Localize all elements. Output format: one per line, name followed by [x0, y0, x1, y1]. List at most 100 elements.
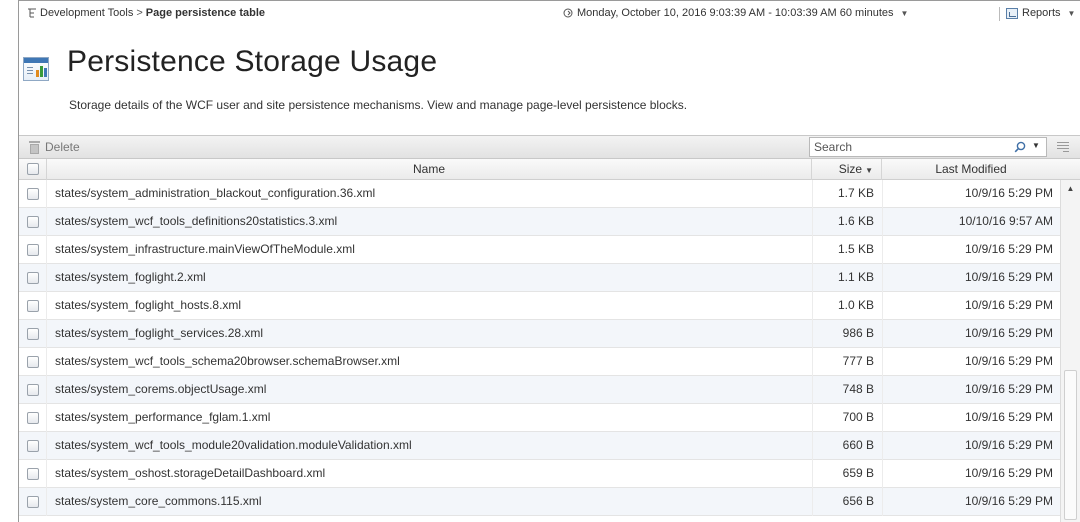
search-box: ▼ [809, 137, 1047, 157]
table-row[interactable]: states/system_wcf_tools_schema20browser.… [19, 348, 1060, 376]
row-checkbox[interactable] [27, 188, 39, 200]
page-description: Storage details of the WCF user and site… [69, 98, 688, 112]
row-select-cell [19, 264, 47, 292]
row-last-modified: 10/9/16 5:29 PM [882, 460, 1060, 488]
trash-icon [29, 140, 40, 154]
table-row[interactable]: states/system_wcf_tools_definitions20sta… [19, 208, 1060, 236]
row-size: 1.7 KB [812, 180, 882, 208]
row-select-cell [19, 180, 47, 208]
app-frame: Development Tools > Page persistence tab… [18, 0, 1080, 522]
row-select-cell [19, 488, 47, 516]
row-size: 1.0 KB [812, 292, 882, 320]
row-size: 777 B [812, 348, 882, 376]
time-range-text: Monday, October 10, 2016 9:03:39 AM - 10… [577, 7, 894, 19]
row-checkbox[interactable] [27, 496, 39, 508]
table-row[interactable]: states/system_wcf_tools_module20validati… [19, 432, 1060, 460]
page-title: Persistence Storage Usage [67, 45, 438, 78]
row-checkbox[interactable] [27, 440, 39, 452]
row-name: states/system_foglight_services.28.xml [55, 326, 264, 340]
table-row[interactable]: states/system_oshost.storageDetailDashbo… [19, 460, 1060, 488]
reports-icon [1006, 7, 1018, 19]
search-options-icon[interactable]: ▼ [1032, 141, 1040, 150]
row-last-modified: 10/9/16 5:29 PM [882, 264, 1060, 292]
tree-icon [28, 8, 36, 18]
table-row[interactable]: states/system_core_commons.115.xml 656 B1… [19, 488, 1060, 516]
row-last-modified: 10/9/16 5:29 PM [882, 180, 1060, 208]
row-name: states/system_oshost.storageDetailDashbo… [55, 466, 326, 480]
table-body: states/system_administration_blackout_co… [19, 180, 1060, 522]
table-header: Name Size ▼ Last Modified [19, 159, 1080, 180]
row-checkbox[interactable] [27, 244, 39, 256]
row-checkbox[interactable] [27, 300, 39, 312]
column-header-size[interactable]: Size ▼ [812, 159, 882, 180]
search-icon[interactable] [1014, 141, 1026, 153]
row-checkbox[interactable] [27, 328, 39, 340]
row-name: states/system_performance_fglam.1.xml [55, 410, 271, 424]
breadcrumb-parent-link[interactable]: Development Tools [40, 7, 133, 19]
column-header-name[interactable]: Name [47, 159, 812, 180]
search-input[interactable] [810, 138, 1000, 156]
column-header-size-label: Size [838, 162, 863, 176]
row-name: states/system_corems.objectUsage.xml [55, 382, 267, 396]
time-range-icon [563, 8, 573, 18]
breadcrumb-current: Page persistence table [145, 7, 266, 19]
reports-label: Reports [1022, 7, 1061, 19]
table-row[interactable]: states/system_performance_fglam.1.xml 700… [19, 404, 1060, 432]
row-size: 986 B [812, 320, 882, 348]
row-size: 660 B [812, 432, 882, 460]
row-size: 656 B [812, 488, 882, 516]
row-last-modified: 10/9/16 5:29 PM [882, 348, 1060, 376]
row-select-cell [19, 320, 47, 348]
table-toolbar: Delete ▼ [19, 135, 1080, 159]
reports-menu-button[interactable]: Reports ▼ [1006, 7, 1075, 19]
row-checkbox[interactable] [27, 272, 39, 284]
row-checkbox[interactable] [27, 384, 39, 396]
select-all-header [19, 159, 47, 180]
table-row[interactable]: states/system_foglight_hosts.8.xml 1.0 KB… [19, 292, 1060, 320]
row-last-modified: 10/9/16 5:29 PM [882, 432, 1060, 460]
row-select-cell [19, 376, 47, 404]
row-size: 748 B [812, 376, 882, 404]
table-row[interactable]: states/system_corems.objectUsage.xml 748 … [19, 376, 1060, 404]
breadcrumb: Development Tools > Page persistence tab… [27, 7, 265, 19]
sort-desc-icon: ▼ [865, 166, 873, 175]
scroll-thumb[interactable] [1064, 370, 1077, 520]
row-size: 1.5 KB [812, 236, 882, 264]
column-chooser-icon[interactable] [1057, 141, 1069, 152]
row-checkbox[interactable] [27, 412, 39, 424]
select-all-checkbox[interactable] [27, 163, 39, 175]
row-select-cell [19, 348, 47, 376]
row-name: states/system_foglight.2.xml [55, 270, 206, 284]
column-header-modified[interactable]: Last Modified [882, 159, 1060, 180]
table-row[interactable]: states/system_infrastructure.mainViewOfT… [19, 236, 1060, 264]
divider [999, 7, 1000, 21]
row-size: 700 B [812, 404, 882, 432]
vertical-scrollbar[interactable]: ▲ [1060, 180, 1080, 522]
dashboard-icon [23, 57, 49, 81]
scroll-up-icon[interactable]: ▲ [1063, 182, 1078, 196]
table-row[interactable]: states/system_foglight.2.xml 1.1 KB 10/9/1… [19, 264, 1060, 292]
row-name: states/system_administration_blackout_co… [55, 186, 376, 200]
row-select-cell [19, 460, 47, 488]
row-size: 1.6 KB [812, 208, 882, 236]
chevron-down-icon: ▼ [900, 8, 909, 18]
row-checkbox[interactable] [27, 356, 39, 368]
top-bar: Development Tools > Page persistence tab… [19, 1, 1080, 27]
row-select-cell [19, 236, 47, 264]
row-checkbox[interactable] [27, 216, 39, 228]
row-checkbox[interactable] [27, 468, 39, 480]
table-row[interactable]: states/system_administration_blackout_co… [19, 180, 1060, 208]
row-last-modified: 10/9/16 5:29 PM [882, 376, 1060, 404]
delete-label: Delete [45, 140, 80, 154]
row-last-modified: 10/9/16 5:29 PM [882, 488, 1060, 516]
time-range-selector[interactable]: Monday, October 10, 2016 9:03:39 AM - 10… [563, 7, 908, 19]
delete-button[interactable]: Delete [29, 140, 80, 154]
row-name: states/system_infrastructure.mainViewOfT… [55, 242, 355, 256]
breadcrumb-separator: > [136, 7, 143, 19]
table-row[interactable]: states/system_foglight_services.28.xml 98… [19, 320, 1060, 348]
row-select-cell [19, 404, 47, 432]
chevron-down-icon: ▼ [1067, 8, 1076, 18]
row-name: states/system_wcf_tools_schema20browser.… [55, 354, 400, 368]
row-size: 1.1 KB [812, 264, 882, 292]
row-last-modified: 10/9/16 5:29 PM [882, 320, 1060, 348]
